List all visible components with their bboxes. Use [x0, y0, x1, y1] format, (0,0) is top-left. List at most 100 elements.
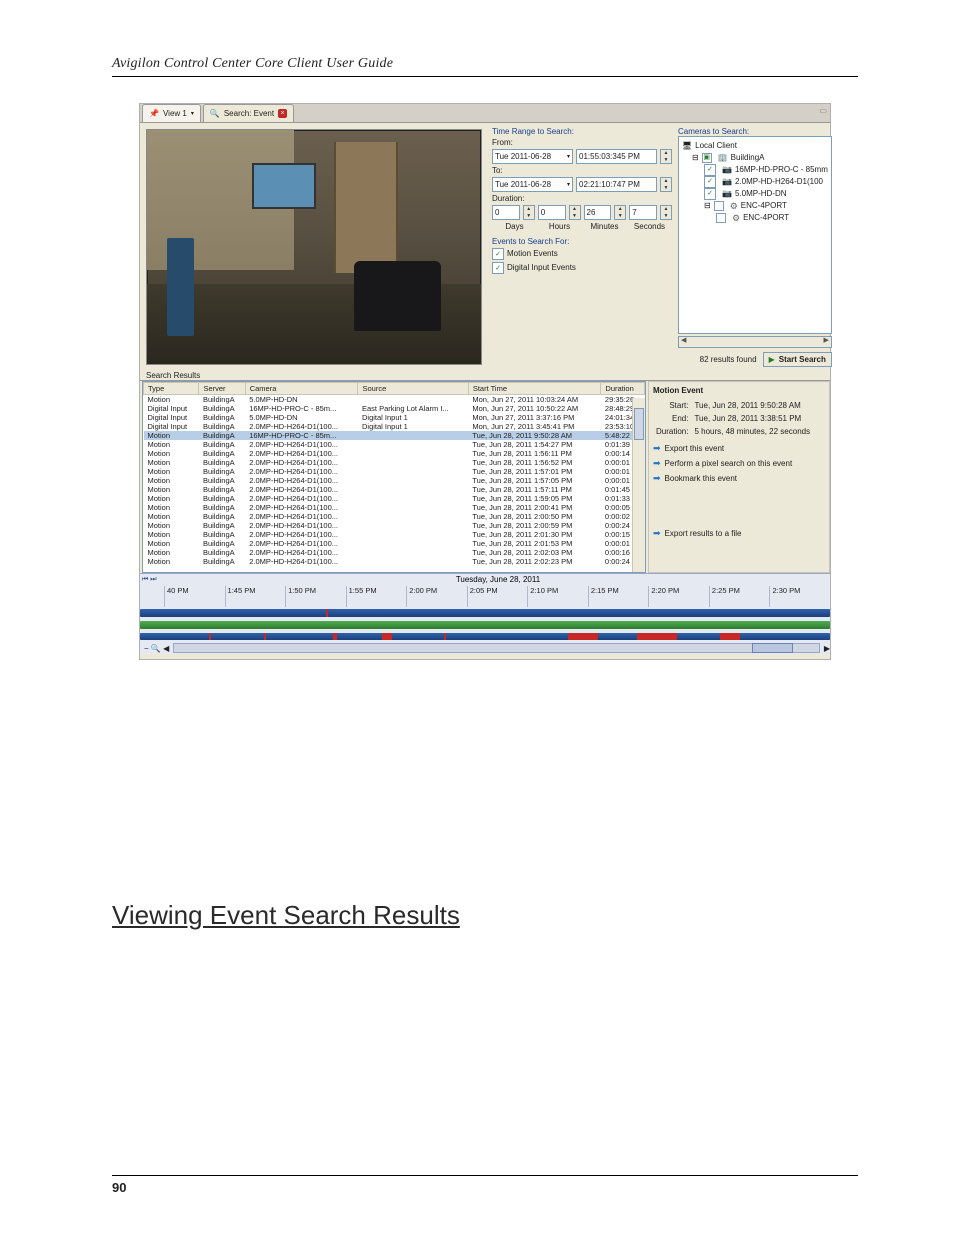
- timeline-tick: 40 PM: [164, 586, 225, 607]
- timeline-nav-controls[interactable]: ⏮ ⏭: [140, 576, 166, 584]
- search-options-pane: Time Range to Search: From: Tue 2011-06-…: [488, 123, 678, 371]
- tree-site[interactable]: ⊟▣🏢BuildingA: [682, 152, 828, 164]
- spinner[interactable]: ▲▼: [660, 205, 672, 220]
- timeline-tick: 2:30 PM: [769, 586, 830, 607]
- tab-search-event[interactable]: 🔍 Search: Event ×: [203, 104, 294, 122]
- from-time-input[interactable]: 01:55:03:345 PM: [576, 149, 657, 164]
- timeline-tick: 2:20 PM: [648, 586, 709, 607]
- close-icon[interactable]: ×: [278, 109, 287, 118]
- table-row[interactable]: MotionBuildingA2.0MP-HD-H264-D1(100...Tu…: [144, 539, 645, 548]
- timeline[interactable]: ⏮ ⏭ Tuesday, June 28, 2011 40 PM1:45 PM1…: [140, 573, 830, 654]
- col-source[interactable]: Source: [358, 383, 468, 395]
- timeline-track[interactable]: [140, 631, 830, 643]
- to-date-input[interactable]: Tue 2011-06-28▾: [492, 177, 573, 192]
- tab-view[interactable]: 📌 View 1 ▾: [142, 104, 201, 122]
- timeline-tick: 2:25 PM: [709, 586, 770, 607]
- col-server[interactable]: Server: [199, 383, 245, 395]
- motion-events-checkbox[interactable]: ✓Motion Events: [492, 248, 672, 260]
- maximize-icon[interactable]: ▭: [816, 104, 830, 122]
- timeline-tick: 2:15 PM: [588, 586, 649, 607]
- time-range-label: Time Range to Search:: [492, 127, 672, 136]
- spinner[interactable]: ▲▼: [614, 205, 626, 220]
- table-row[interactable]: MotionBuildingA2.0MP-HD-H264-D1(100...Tu…: [144, 494, 645, 503]
- timeline-tick: 2:10 PM: [527, 586, 588, 607]
- cameras-label: Cameras to Search:: [678, 127, 832, 136]
- table-row[interactable]: MotionBuildingA2.0MP-HD-H264-D1(100...Tu…: [144, 521, 645, 530]
- table-row[interactable]: MotionBuildingA2.0MP-HD-H264-D1(100...Tu…: [144, 485, 645, 494]
- video-preview[interactable]: [146, 129, 482, 365]
- export-event-link[interactable]: ➡Export this event: [653, 443, 825, 454]
- cameras-pane: Cameras to Search: 🖥Local Client ⊟▣🏢Buil…: [678, 123, 836, 371]
- tree-camera[interactable]: ✓📷5.0MP-HD-DN: [682, 188, 828, 200]
- pixel-search-link[interactable]: ➡Perform a pixel search on this event: [653, 458, 825, 469]
- tree-camera[interactable]: ✓📷16MP-HD-PRO-C - 85mm: [682, 164, 828, 176]
- dropdown-icon[interactable]: ▾: [191, 110, 194, 117]
- table-row[interactable]: MotionBuildingA2.0MP-HD-H264-D1(100...Tu…: [144, 530, 645, 539]
- spinner[interactable]: ▲▼: [660, 149, 672, 164]
- seconds-label: Seconds: [627, 222, 672, 231]
- table-row[interactable]: MotionBuildingA2.0MP-HD-H264-D1(100...Tu…: [144, 449, 645, 458]
- timeline-track[interactable]: [140, 607, 830, 619]
- table-row[interactable]: MotionBuildingA2.0MP-HD-H264-D1(100...Tu…: [144, 476, 645, 485]
- tab-bar: 📌 View 1 ▾ 🔍 Search: Event × ▭: [140, 104, 830, 123]
- table-row[interactable]: Digital InputBuildingA16MP-HD-PRO-C - 85…: [144, 404, 645, 413]
- tree-scrollbar[interactable]: [678, 336, 832, 348]
- spinner[interactable]: ▲▼: [569, 205, 581, 220]
- table-row[interactable]: MotionBuildingA2.0MP-HD-H264-D1(100...Tu…: [144, 557, 645, 566]
- duration-label: Duration:: [492, 194, 672, 203]
- tree-encoder[interactable]: ⊟⚙ENC-4PORT: [682, 200, 828, 212]
- digital-input-events-checkbox[interactable]: ✓Digital Input Events: [492, 262, 672, 274]
- table-row[interactable]: MotionBuildingA2.0MP-HD-H264-D1(100...Tu…: [144, 503, 645, 512]
- results-grid[interactable]: Type Server Camera Source Start Time Dur…: [142, 381, 646, 573]
- results-scrollbar[interactable]: [632, 398, 645, 572]
- event-detail-pane: Motion Event Start:Tue, Jun 28, 2011 9:5…: [648, 381, 830, 573]
- table-row[interactable]: MotionBuildingA2.0MP-HD-H264-D1(100...Tu…: [144, 458, 645, 467]
- timeline-tick: 1:50 PM: [285, 586, 346, 607]
- timeline-tick: 1:55 PM: [346, 586, 407, 607]
- table-row[interactable]: MotionBuildingA5.0MP-HD-DNMon, Jun 27, 2…: [144, 395, 645, 405]
- col-type[interactable]: Type: [144, 383, 199, 395]
- table-row[interactable]: Digital InputBuildingA5.0MP-HD-DNDigital…: [144, 413, 645, 422]
- table-row[interactable]: Digital InputBuildingA2.0MP-HD-H264-D1(1…: [144, 422, 645, 431]
- table-row[interactable]: MotionBuildingA16MP-HD-PRO-C - 85m...Tue…: [144, 431, 645, 440]
- table-row[interactable]: MotionBuildingA2.0MP-HD-H264-D1(100...Tu…: [144, 467, 645, 476]
- tree-camera[interactable]: ✓📷2.0MP-HD-H264-D1(100: [682, 176, 828, 188]
- hours-label: Hours: [537, 222, 582, 231]
- page-number: 90: [112, 1175, 858, 1195]
- zoom-out-icon[interactable]: − 🔍 ◀: [144, 644, 169, 653]
- from-date-input[interactable]: Tue 2011-06-28▾: [492, 149, 573, 164]
- tree-encoder-child[interactable]: ⚙ENC-4PORT: [682, 212, 828, 224]
- results-count: 82 results found: [700, 355, 757, 364]
- detail-title: Motion Event: [653, 386, 825, 395]
- search-results-label: Search Results: [140, 371, 830, 380]
- bookmark-event-link[interactable]: ➡Bookmark this event: [653, 473, 825, 484]
- col-start[interactable]: Start Time: [468, 383, 601, 395]
- timeline-track[interactable]: [140, 619, 830, 631]
- dur-min-input[interactable]: 26: [584, 205, 612, 220]
- to-time-input[interactable]: 02:21:10:747 PM: [576, 177, 657, 192]
- from-label: From:: [492, 138, 672, 147]
- to-label: To:: [492, 166, 672, 175]
- dur-days-input[interactable]: 0: [492, 205, 520, 220]
- timeline-date: Tuesday, June 28, 2011: [166, 575, 830, 584]
- dur-hours-input[interactable]: 0: [538, 205, 566, 220]
- events-to-search-label: Events to Search For:: [492, 237, 672, 246]
- table-row[interactable]: MotionBuildingA2.0MP-HD-H264-D1(100...Tu…: [144, 512, 645, 521]
- tab-label: Search: Event: [224, 109, 274, 118]
- spinner[interactable]: ▲▼: [660, 177, 672, 192]
- dur-sec-input[interactable]: 7: [629, 205, 657, 220]
- col-duration[interactable]: Duration: [601, 383, 645, 395]
- timeline-tick: 2:05 PM: [467, 586, 528, 607]
- table-row[interactable]: MotionBuildingA2.0MP-HD-H264-D1(100...Tu…: [144, 548, 645, 557]
- days-label: Days: [492, 222, 537, 231]
- zoom-in-icon[interactable]: ▶: [824, 644, 830, 653]
- table-row[interactable]: MotionBuildingA2.0MP-HD-H264-D1(100...Tu…: [144, 440, 645, 449]
- camera-tree[interactable]: 🖥Local Client ⊟▣🏢BuildingA ✓📷16MP-HD-PRO…: [678, 136, 832, 334]
- spinner[interactable]: ▲▼: [523, 205, 535, 220]
- export-results-link[interactable]: ➡Export results to a file: [653, 528, 825, 539]
- tree-root[interactable]: 🖥Local Client: [682, 140, 828, 152]
- start-search-button[interactable]: ▶Start Search: [763, 352, 832, 367]
- timeline-zoom[interactable]: − 🔍 ◀ ▶: [140, 642, 830, 654]
- col-camera[interactable]: Camera: [245, 383, 358, 395]
- tab-label: View 1: [163, 109, 187, 118]
